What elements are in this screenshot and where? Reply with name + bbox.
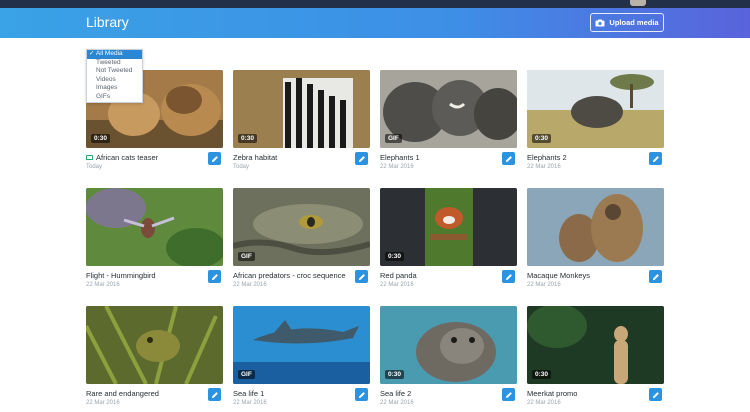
media-thumbnail[interactable]: 0:30 bbox=[527, 70, 664, 148]
media-thumbnail[interactable]: 0:30 bbox=[380, 188, 517, 266]
check-icon: ✓ bbox=[89, 50, 95, 57]
media-card[interactable]: Flight - Hummingbird 22 Mar 2016 bbox=[86, 188, 223, 294]
media-card[interactable]: 0:30 Elephants 2 22 Mar 2016 bbox=[527, 70, 664, 176]
media-title: Flight - Hummingbird bbox=[86, 271, 156, 280]
media-thumbnail[interactable]: 0:30 bbox=[527, 306, 664, 384]
media-title: Sea life 2 bbox=[380, 389, 412, 398]
media-card[interactable]: 0:30 Red panda 22 Mar 2016 bbox=[380, 188, 517, 294]
media-title: Red panda bbox=[380, 271, 417, 280]
edit-media-button[interactable] bbox=[649, 388, 662, 401]
edit-icon bbox=[505, 155, 512, 162]
top-nav-bar bbox=[0, 0, 750, 8]
edit-icon bbox=[358, 273, 365, 280]
media-title: African cats teaser bbox=[96, 153, 159, 162]
edit-media-button[interactable] bbox=[208, 270, 221, 283]
edit-media-button[interactable] bbox=[355, 152, 368, 165]
media-thumbnail[interactable]: GIF bbox=[380, 70, 517, 148]
edit-media-button[interactable] bbox=[355, 388, 368, 401]
filter-option-gifs[interactable]: GIFs bbox=[87, 93, 142, 102]
media-date: 22 Mar 2016 bbox=[380, 164, 414, 170]
upload-media-label: Upload media bbox=[609, 18, 659, 27]
media-card[interactable]: Rare and endangered 22 Mar 2016 bbox=[86, 306, 223, 412]
edit-icon bbox=[211, 391, 218, 398]
edit-media-button[interactable] bbox=[502, 270, 515, 283]
edit-media-button[interactable] bbox=[649, 152, 662, 165]
media-date: 22 Mar 2016 bbox=[233, 282, 267, 288]
duration-badge: 0:30 bbox=[385, 370, 405, 379]
edit-icon bbox=[211, 155, 218, 162]
media-date: 22 Mar 2016 bbox=[380, 400, 414, 406]
edit-icon bbox=[652, 273, 659, 280]
media-date: 22 Mar 2016 bbox=[527, 164, 561, 170]
media-thumbnail[interactable]: 0:30 bbox=[233, 70, 370, 148]
media-date: Today bbox=[86, 164, 103, 170]
edit-icon bbox=[505, 391, 512, 398]
media-date: Today bbox=[233, 164, 250, 170]
media-thumbnail[interactable] bbox=[527, 188, 664, 266]
media-thumbnail[interactable]: GIF bbox=[233, 306, 370, 384]
media-thumbnail[interactable] bbox=[86, 188, 223, 266]
duration-badge: 0:30 bbox=[238, 134, 258, 143]
media-card[interactable]: GIF Sea life 1 22 Mar 2016 bbox=[233, 306, 370, 412]
gif-badge: GIF bbox=[238, 370, 255, 379]
media-title: Macaque Monkeys bbox=[527, 271, 590, 280]
edit-icon bbox=[211, 273, 218, 280]
media-thumbnail[interactable]: GIF bbox=[233, 188, 370, 266]
media-thumbnail[interactable]: 0:30 bbox=[380, 306, 517, 384]
duration-badge: 0:30 bbox=[532, 134, 552, 143]
media-date: 22 Mar 2016 bbox=[380, 282, 414, 288]
media-card[interactable]: GIF African predators - croc sequence 22… bbox=[233, 188, 370, 294]
media-card[interactable]: 0:30 Sea life 2 22 Mar 2016 bbox=[380, 306, 517, 412]
upload-media-button[interactable]: Upload media bbox=[590, 13, 664, 32]
media-date: 22 Mar 2016 bbox=[527, 400, 561, 406]
edit-media-button[interactable] bbox=[355, 270, 368, 283]
edit-icon bbox=[358, 391, 365, 398]
media-date: 22 Mar 2016 bbox=[86, 282, 120, 288]
media-title: Rare and endangered bbox=[86, 389, 159, 398]
edit-media-button[interactable] bbox=[208, 388, 221, 401]
media-title: Zebra habitat bbox=[233, 153, 278, 162]
duration-badge: 0:30 bbox=[91, 134, 111, 143]
media-card[interactable]: 0:30 Zebra habitat Today bbox=[233, 70, 370, 176]
media-title: Sea life 1 bbox=[233, 389, 265, 398]
filter-option-images[interactable]: Images bbox=[87, 84, 142, 93]
gif-badge: GIF bbox=[238, 252, 255, 261]
filter-option-not-tweeted[interactable]: Not Tweeted bbox=[87, 67, 142, 76]
media-thumbnail[interactable] bbox=[86, 306, 223, 384]
page-title: Library bbox=[86, 14, 129, 30]
media-card[interactable]: GIF Elephants 1 22 Mar 2016 bbox=[380, 70, 517, 176]
media-filter-dropdown[interactable]: ✓ All Media Tweeted Not Tweeted Videos I… bbox=[86, 49, 143, 103]
tweeted-icon bbox=[86, 155, 93, 160]
media-date: 22 Mar 2016 bbox=[86, 400, 120, 406]
media-card[interactable]: Macaque Monkeys 22 Mar 2016 bbox=[527, 188, 664, 294]
media-date: 22 Mar 2016 bbox=[527, 282, 561, 288]
edit-icon bbox=[358, 155, 365, 162]
edit-media-button[interactable] bbox=[502, 388, 515, 401]
media-date: 22 Mar 2016 bbox=[233, 400, 267, 406]
duration-badge: 0:30 bbox=[532, 370, 552, 379]
edit-icon bbox=[505, 273, 512, 280]
media-title: Elephants 2 bbox=[527, 153, 567, 162]
edit-icon bbox=[652, 155, 659, 162]
duration-badge: 0:30 bbox=[385, 252, 405, 261]
filter-option-all-media[interactable]: ✓ All Media bbox=[87, 50, 142, 59]
edit-media-button[interactable] bbox=[502, 152, 515, 165]
media-title: Meerkat promo bbox=[527, 389, 578, 398]
gif-badge: GIF bbox=[385, 134, 402, 143]
media-card[interactable]: 0:30 Meerkat promo 22 Mar 2016 bbox=[527, 306, 664, 412]
avatar[interactable] bbox=[630, 0, 646, 6]
camera-icon bbox=[595, 19, 605, 26]
filter-option-videos[interactable]: Videos bbox=[87, 76, 142, 85]
library-header: Library Upload media bbox=[0, 8, 750, 38]
media-title: African predators - croc sequence bbox=[233, 271, 346, 280]
filter-option-tweeted[interactable]: Tweeted bbox=[87, 59, 142, 68]
media-title: Elephants 1 bbox=[380, 153, 420, 162]
edit-media-button[interactable] bbox=[649, 270, 662, 283]
edit-icon bbox=[652, 391, 659, 398]
edit-media-button[interactable] bbox=[208, 152, 221, 165]
